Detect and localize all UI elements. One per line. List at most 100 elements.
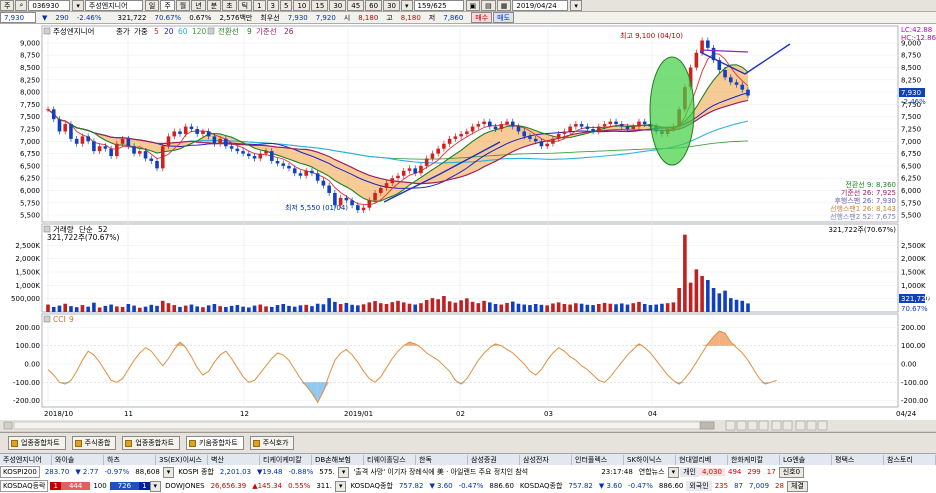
highlight-ellipse — [649, 56, 695, 166]
nav-last-icon[interactable] — [758, 420, 769, 431]
period-month[interactable]: 월 — [175, 0, 191, 11]
investor-foreign-v1: 235 — [714, 482, 729, 490]
candle — [631, 126, 636, 129]
watchlist-stock-16[interactable]: 평택스 — [832, 454, 884, 465]
watchlist-stock-10[interactable]: 삼성전자 — [520, 454, 572, 465]
trade-button[interactable]: 체결 — [786, 480, 808, 492]
interval-60[interactable]: 60 — [365, 0, 383, 11]
interval-30b[interactable]: 30 — [383, 0, 400, 11]
nav-first-icon[interactable] — [725, 420, 736, 431]
tab-stock-quote[interactable]: 주식호가 — [249, 436, 295, 450]
buy-button[interactable]: 매수 — [471, 12, 493, 23]
watchlist-stock-9[interactable]: 삼성증권 — [468, 454, 520, 465]
lock-icon[interactable]: ▣ — [465, 0, 481, 11]
dropdown-icon[interactable]: ▾ — [401, 0, 413, 11]
candle — [264, 151, 268, 154]
watchlist-stock-4[interactable]: 벽산 — [208, 454, 260, 465]
period-second[interactable]: 초 — [222, 0, 237, 11]
date-field[interactable]: 2019/04/24 — [512, 0, 569, 11]
open-price: 8,180 — [358, 13, 379, 22]
nav-next-icon[interactable] — [747, 420, 758, 431]
calendar-icon[interactable]: ▦ — [496, 0, 512, 11]
count-field[interactable]: 159/625 — [413, 0, 464, 11]
tab-sector-chart-2[interactable]: 업종종합차트 — [122, 436, 181, 450]
scroll-thumb[interactable] — [699, 421, 715, 430]
price-tick-label-left: 8,000 — [20, 89, 40, 97]
watchlist-stock-2[interactable]: 하츠 — [104, 454, 156, 465]
volume-bar — [734, 299, 739, 312]
watchlist-stock-0[interactable]: 주성엔지니어 — [0, 454, 52, 465]
kospi-dropdown-icon[interactable]: ▾ — [337, 466, 350, 478]
tab-sector-chart[interactable]: 업종종합차트 — [8, 436, 66, 450]
candle — [597, 126, 601, 132]
kosdaq-change: ▼ 3.60 — [429, 482, 453, 490]
kosdaq-updown-v4: 726 — [109, 482, 140, 490]
watchlist-stock-5[interactable]: 티케이케미칼 — [260, 454, 312, 465]
x-tick-label: 2018/10 — [44, 410, 73, 418]
watchlist-stock-6[interactable]: DB손해보험 — [312, 454, 364, 465]
period-week[interactable]: 주 — [160, 0, 175, 11]
search-icon[interactable]: ▾ — [72, 0, 84, 11]
volume-bar — [608, 303, 613, 312]
stock-name-field[interactable]: 주성엔지니어 — [84, 0, 143, 11]
zoom-in-icon[interactable] — [771, 420, 782, 431]
interval-3[interactable]: 3 — [266, 0, 279, 11]
kosdaq-updown-label[interactable]: KOSDAQ등락 — [0, 480, 49, 492]
news-dropdown-icon[interactable]: ▾ — [667, 466, 680, 478]
volume-bar — [499, 304, 504, 312]
interval-45[interactable]: 45 — [347, 0, 365, 11]
stock-code-field[interactable]: 036930 — [28, 0, 71, 11]
candle — [728, 77, 733, 83]
watchlist-stock-3[interactable]: 3S(EX)이씨스 — [156, 454, 208, 465]
dow-dropdown-icon[interactable]: ▾ — [334, 480, 347, 492]
tab-kiwoom-chart[interactable]: 키움종합차트 — [186, 436, 244, 450]
stock-chart[interactable]: 9,000 9,0008,750 8,7508,500 8,5008,250 8,250… — [0, 24, 936, 431]
sell-button[interactable]: 매도 — [493, 12, 515, 23]
news-headline[interactable]: '출격 사망' 이기자 장례식에 美 · 아일랜드 주요 정치인 참석 — [350, 467, 598, 477]
candle — [505, 121, 509, 125]
expand-icon[interactable] — [795, 420, 806, 431]
period-tick[interactable]: 틱 — [237, 0, 253, 11]
interval-5[interactable]: 5 — [280, 0, 293, 11]
scroll-left-icon[interactable] — [3, 421, 13, 430]
volume-bar — [69, 306, 73, 312]
watchlist-stock-7[interactable]: 티웨이홀딩스 — [364, 454, 416, 465]
kosdaq-updown-dropdown-icon[interactable]: ▾ — [149, 480, 162, 492]
kospi200-amount: 88,608 — [135, 468, 160, 476]
zoom-icon[interactable]: ⌕ — [15, 0, 28, 11]
interval-15[interactable]: 15 — [311, 0, 329, 11]
volume-ratio: 70.67% — [154, 13, 182, 22]
watchlist-stock-17[interactable]: 참스토리 — [884, 454, 936, 465]
interval-30[interactable]: 30 — [329, 0, 347, 11]
save-icon[interactable]: ▤ — [481, 0, 496, 11]
interval-10[interactable]: 10 — [293, 0, 311, 11]
candle — [292, 168, 297, 174]
nav-prev-icon[interactable] — [736, 420, 747, 431]
kospi200-label[interactable]: KOSPI200 — [0, 466, 40, 478]
watchlist-stock-13[interactable]: 현대엘리베 — [676, 454, 728, 465]
kosdaq-updown-v5: 1 — [139, 482, 150, 490]
tab-stock-general[interactable]: 주식종합 — [71, 436, 117, 450]
cci-tick-label-right: -100.00 — [901, 379, 928, 387]
menu-button[interactable]: 주 — [0, 0, 15, 11]
signal-button[interactable]: 신호0 — [778, 466, 805, 478]
period-minute[interactable]: 분 — [206, 0, 222, 11]
watchlist-stock-11[interactable]: 인터플렉스 — [572, 454, 624, 465]
volume-bar — [683, 234, 687, 312]
kospi200-dropdown-icon[interactable]: ▾ — [162, 466, 175, 478]
period-day[interactable]: 일 — [144, 0, 160, 11]
interval-1[interactable]: 1 — [253, 0, 266, 11]
watchlist-stock-1[interactable]: 와이솔 — [52, 454, 104, 465]
volume-bar — [706, 280, 710, 312]
watchlist-stock-14[interactable]: 한화케미칼 — [728, 454, 780, 465]
watchlist-stock-8[interactable]: 한독 — [416, 454, 468, 465]
collapse-icon[interactable] — [806, 420, 817, 431]
watchlist-stock-15[interactable]: LG엔솔 — [780, 454, 832, 465]
period-year[interactable]: 년 — [191, 0, 206, 11]
settings-icon[interactable] — [817, 420, 828, 431]
zoom-out-icon[interactable] — [782, 420, 793, 431]
watchlist-stock-12[interactable]: SK하이닉스 — [624, 454, 676, 465]
calendar-dropdown-icon[interactable]: ▾ — [570, 0, 582, 11]
candle — [361, 207, 366, 211]
scroll-track[interactable] — [13, 421, 715, 430]
